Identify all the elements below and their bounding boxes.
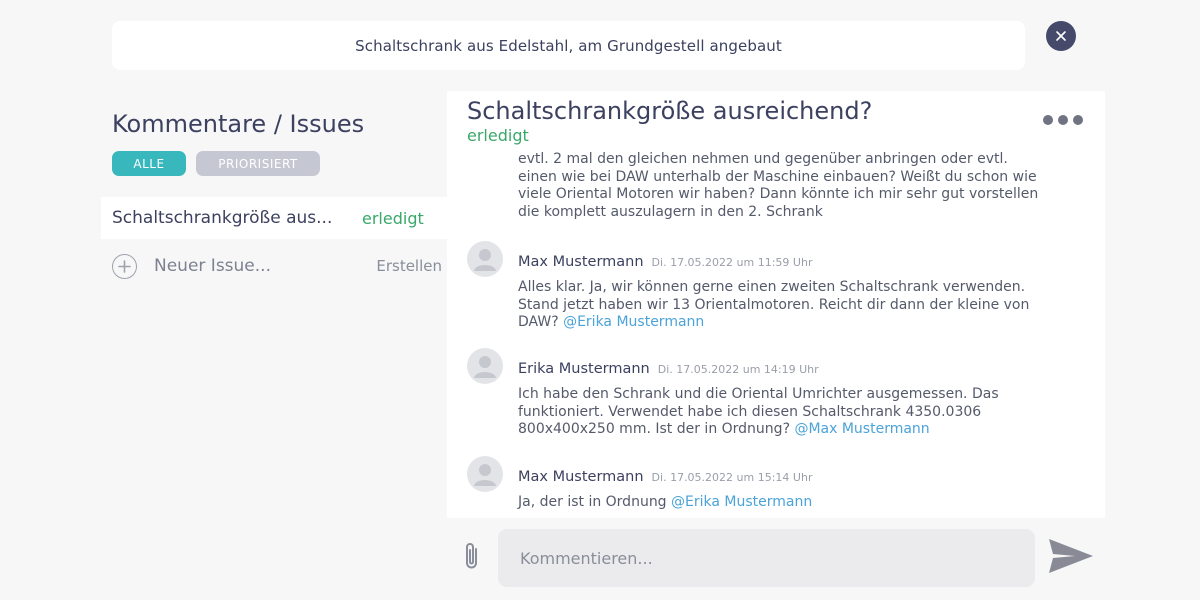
filter-prioritized-button[interactable]: PRIORISIERT bbox=[196, 151, 320, 176]
paperclip-icon bbox=[466, 543, 477, 569]
comment-author: Erika Mustermann bbox=[518, 361, 650, 377]
more-dot bbox=[1058, 115, 1068, 125]
sidebar-title: Kommentare / Issues bbox=[112, 110, 365, 138]
comment-body: Ja, der ist in Ordnung @Erika Mustermann bbox=[518, 494, 1048, 512]
more-options-button[interactable] bbox=[1043, 115, 1083, 125]
comment-continuation: evtl. 2 mal den gleichen nehmen und gege… bbox=[518, 151, 1048, 221]
plus-circle-icon[interactable] bbox=[112, 253, 137, 279]
new-issue-row: Erstellen bbox=[112, 250, 442, 282]
issue-status: erledigt bbox=[362, 208, 424, 228]
comment-input[interactable] bbox=[498, 529, 1035, 587]
avatar bbox=[467, 241, 503, 277]
issue-title: Schaltschrankgröße aus... bbox=[112, 208, 333, 228]
more-dot bbox=[1073, 115, 1083, 125]
issue-detail-status: erledigt bbox=[467, 126, 529, 145]
plus-icon bbox=[118, 259, 131, 273]
comment-body-text: Ja, der ist in Ordnung @Erika Mustermann bbox=[518, 494, 1048, 512]
comment-author: Max Mustermann bbox=[518, 254, 644, 270]
comment-header: Max Mustermann Di. 17.05.2022 um 15:14 Uh… bbox=[518, 466, 812, 485]
comment-body: Ich habe den Schrank und die Oriental Um… bbox=[518, 386, 1048, 439]
issue-list-item[interactable]: Schaltschrankgröße aus... erledigt bbox=[101, 197, 447, 239]
filter-all-button[interactable]: ALLE bbox=[112, 151, 186, 176]
comment-header: Erika Mustermann Di. 17.05.2022 um 14:19 … bbox=[518, 358, 819, 377]
send-icon bbox=[1049, 539, 1093, 573]
new-issue-input[interactable] bbox=[154, 256, 344, 276]
avatar bbox=[467, 456, 503, 492]
create-issue-button[interactable]: Erstellen bbox=[376, 257, 442, 275]
attach-button[interactable] bbox=[460, 540, 484, 576]
user-icon bbox=[474, 356, 496, 378]
document-title-bar: Schaltschrank aus Edelstahl, am Grundges… bbox=[112, 21, 1025, 70]
comment-author: Max Mustermann bbox=[518, 469, 644, 485]
mention-link[interactable]: @Erika Mustermann bbox=[671, 494, 812, 510]
comment-timestamp: Di. 17.05.2022 um 14:19 Uhr bbox=[657, 363, 819, 376]
comment-timestamp: Di. 17.05.2022 um 15:14 Uhr bbox=[651, 471, 813, 484]
issue-detail-title: Schaltschrankgröße ausreichend? bbox=[467, 97, 873, 125]
avatar bbox=[467, 348, 503, 384]
comment-timestamp: Di. 17.05.2022 um 11:59 Uhr bbox=[651, 256, 813, 269]
comment-text: evtl. 2 mal den gleichen nehmen und gege… bbox=[518, 151, 1039, 220]
filter-tabs: ALLE PRIORISIERT bbox=[112, 151, 320, 176]
comment-body: Alles klar. Ja, wir können gerne einen z… bbox=[518, 279, 1048, 332]
document-title: Schaltschrank aus Edelstahl, am Grundges… bbox=[355, 36, 782, 55]
comment-text: Ja, der ist in Ordnung bbox=[518, 494, 667, 510]
send-button[interactable] bbox=[1048, 537, 1094, 579]
user-icon bbox=[474, 249, 496, 271]
comment-header: Max Mustermann Di. 17.05.2022 um 11:59 Uh… bbox=[518, 251, 812, 270]
close-button[interactable] bbox=[1046, 21, 1076, 51]
close-icon bbox=[1056, 31, 1066, 41]
mention-link[interactable]: @Erika Mustermann bbox=[563, 314, 704, 330]
mention-link[interactable]: @Max Mustermann bbox=[794, 421, 929, 437]
more-dot bbox=[1043, 115, 1053, 125]
comment-body-text: Ich habe den Schrank und die Oriental Um… bbox=[518, 386, 1048, 439]
comment-body-text: Alles klar. Ja, wir können gerne einen z… bbox=[518, 279, 1048, 332]
issue-detail-panel: Schaltschrankgröße ausreichend? erledigt… bbox=[447, 91, 1105, 518]
user-icon bbox=[474, 464, 496, 486]
